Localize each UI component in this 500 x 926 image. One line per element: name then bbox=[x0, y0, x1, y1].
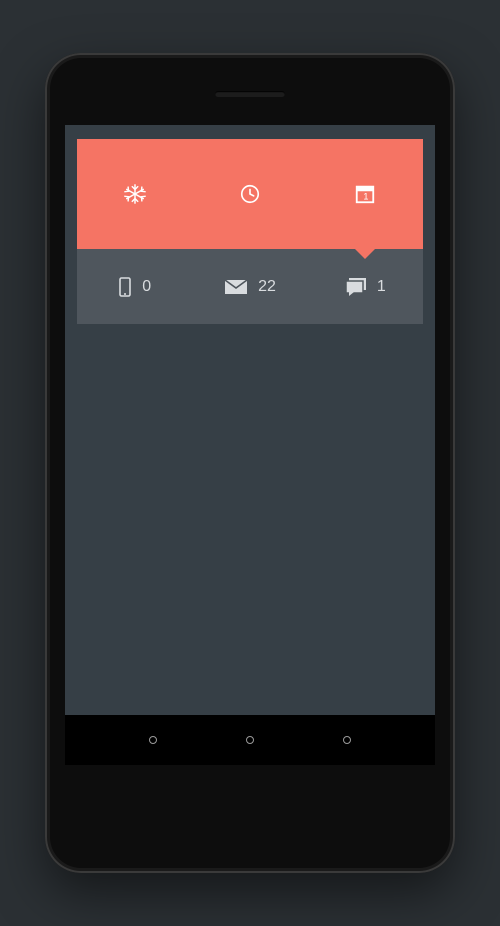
tab-weather[interactable] bbox=[77, 139, 192, 249]
clock-icon bbox=[239, 183, 261, 205]
svg-text:1: 1 bbox=[364, 192, 369, 202]
calendar-icon: 1 bbox=[354, 183, 376, 205]
tab-clock[interactable] bbox=[192, 139, 307, 249]
counter-messages[interactable]: 1 bbox=[308, 249, 423, 324]
message-icon bbox=[345, 277, 367, 297]
mail-icon bbox=[224, 279, 248, 295]
phone-screen: 1 0 bbox=[65, 125, 435, 765]
dashboard-widget: 1 0 bbox=[77, 139, 423, 324]
android-navbar bbox=[65, 715, 435, 765]
tab-row: 1 bbox=[77, 139, 423, 249]
counter-mail[interactable]: 22 bbox=[192, 249, 307, 324]
calls-count: 0 bbox=[142, 278, 151, 296]
phone-mockup: 1 0 bbox=[45, 53, 455, 873]
tab-calendar[interactable]: 1 bbox=[308, 139, 423, 249]
nav-back-button[interactable] bbox=[149, 736, 157, 744]
mail-count: 22 bbox=[258, 278, 276, 296]
messages-count: 1 bbox=[377, 278, 386, 296]
active-tab-pointer bbox=[354, 248, 376, 259]
nav-home-button[interactable] bbox=[246, 736, 254, 744]
phone-icon bbox=[118, 276, 132, 298]
phone-speaker bbox=[215, 91, 285, 97]
counter-row: 0 22 bbox=[77, 249, 423, 324]
nav-recent-button[interactable] bbox=[343, 736, 351, 744]
snowflake-icon bbox=[124, 183, 146, 205]
counter-calls[interactable]: 0 bbox=[77, 249, 192, 324]
